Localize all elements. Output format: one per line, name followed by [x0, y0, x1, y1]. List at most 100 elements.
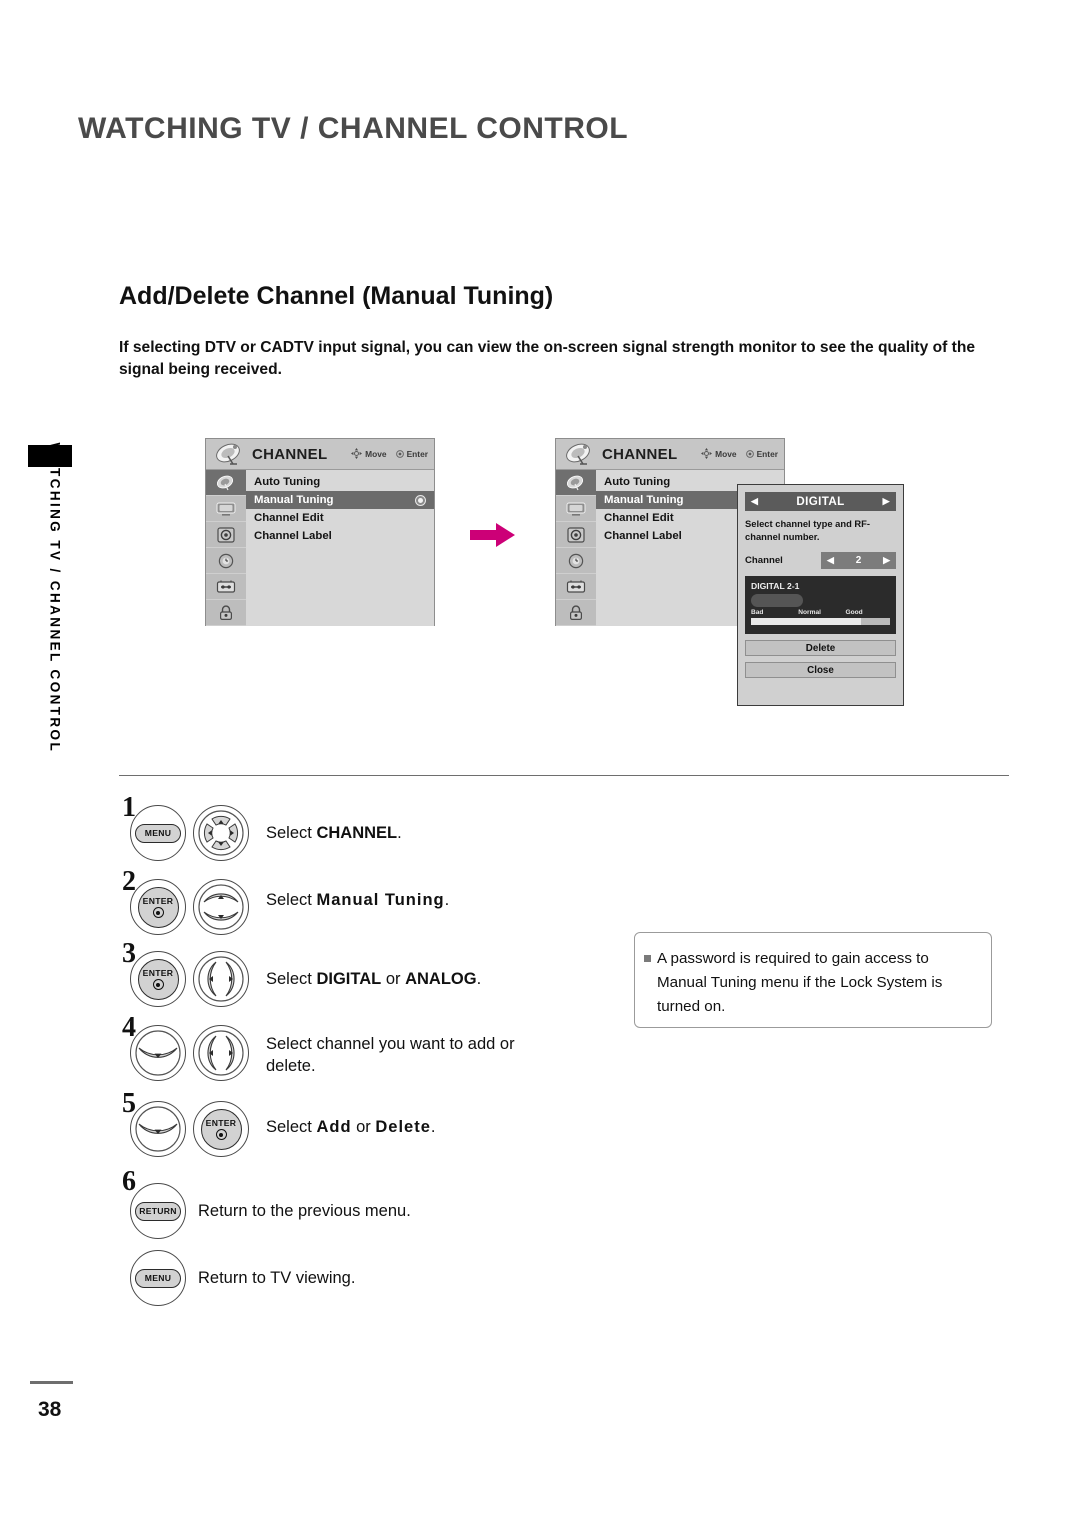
digital-tuning-dialog: ◀ DIGITAL ▶ Select channel type and RF-c…	[737, 484, 904, 706]
signal-strength-monitor: DIGITAL 2-1 Bad Normal Good	[745, 576, 896, 634]
channel-label: Channel	[745, 555, 783, 566]
step-2-text-post: .	[444, 891, 450, 909]
step-5-text-bold: Add	[316, 1118, 352, 1136]
rail-item-lock[interactable]	[206, 600, 246, 626]
step-6-return-button[interactable]: RETURN	[130, 1183, 186, 1239]
osd-hint-enter: Enter	[395, 448, 428, 459]
rail-item-setup[interactable]	[206, 574, 246, 600]
rail-item-picture[interactable]	[556, 496, 596, 522]
step-4-text: Select channel you want to add or delete…	[266, 1035, 515, 1075]
osd-menu-item-label: Auto Tuning	[604, 476, 671, 488]
step-5-text-post: .	[430, 1118, 436, 1136]
osd-title: CHANNEL	[252, 445, 328, 463]
rail-item-picture[interactable]	[206, 496, 246, 522]
osd-menu-item-manual-tuning[interactable]: Manual Tuning	[246, 491, 434, 509]
step-6-text: Return to the previous menu.	[198, 1202, 411, 1220]
osd-menu-item-label: Auto Tuning	[254, 476, 321, 488]
dpad-icon	[351, 448, 363, 459]
step-3-leftright-rocker[interactable]	[193, 951, 249, 1007]
note-box: A password is required to gain access to…	[634, 932, 992, 1028]
osd-menu-item-label: Channel Label	[604, 530, 682, 542]
channel-value: 2	[855, 555, 862, 566]
page-title: WATCHING TV / CHANNEL CONTROL	[78, 112, 629, 145]
digital-dialog-titlebar: ◀ DIGITAL ▶	[745, 492, 896, 511]
osd-hints: Move Enter	[351, 448, 428, 459]
dpad-icon	[701, 448, 713, 459]
channel-stepper[interactable]: ◀ 2 ▶	[821, 552, 896, 569]
channel-decrement-icon[interactable]: ◀	[827, 556, 834, 565]
rail-item-audio[interactable]	[556, 522, 596, 548]
picture-tv-icon	[216, 502, 236, 516]
osd-hints: Move Enter	[701, 448, 778, 459]
channel-increment-icon[interactable]: ▶	[883, 556, 890, 565]
step-6-number: 6	[122, 1166, 136, 1197]
step-2-enter-button[interactable]: ENTER	[130, 879, 186, 935]
up-down-rocker-icon	[198, 884, 244, 930]
rail-item-audio[interactable]	[206, 522, 246, 548]
enter-dot-icon	[215, 1129, 227, 1140]
rail-item-channel[interactable]	[206, 470, 246, 496]
signal-scale: Bad Normal Good	[751, 609, 890, 616]
osd-hint-enter-label: Enter	[406, 448, 428, 459]
step-5-text: Select Add or Delete.	[266, 1116, 436, 1138]
return-button-label: RETURN	[135, 1201, 181, 1221]
section-heading: Add/Delete Channel (Manual Tuning)	[119, 282, 554, 310]
signal-strength-bar	[751, 618, 890, 625]
step-1-dpad-wheel[interactable]	[193, 805, 249, 861]
osd-menu-item-channel-label[interactable]: Channel Label	[246, 527, 434, 545]
step-2-updown-rocker[interactable]	[193, 879, 249, 935]
step-1-menu-button[interactable]: MENU	[130, 805, 186, 861]
time-clock-icon	[218, 553, 234, 568]
osd-header: CHANNEL Move Enter	[206, 439, 434, 470]
signal-strength-fill	[751, 618, 861, 625]
step-5-text-pre: Select	[266, 1118, 317, 1136]
osd-menu-item-channel-edit[interactable]: Channel Edit	[246, 509, 434, 527]
enter-button: ENTER	[200, 1108, 242, 1150]
step-3-text: Select DIGITAL or ANALOG.	[266, 968, 481, 990]
lock-padlock-icon	[219, 604, 233, 620]
satellite-dish-icon	[216, 475, 234, 490]
page-number: 38	[38, 1398, 62, 1421]
step-3-text-bold: DIGITAL	[316, 970, 382, 988]
rail-item-time[interactable]	[556, 548, 596, 574]
side-tab-label: WATCHING TV / CHANNEL CONTROL	[47, 442, 63, 754]
close-button[interactable]: Close	[745, 662, 896, 678]
step-2-text-bold: Manual Tuning	[316, 891, 445, 909]
rail-item-lock[interactable]	[556, 600, 596, 626]
osd-hint-move: Move	[701, 448, 737, 459]
osd-menu-item-label: Manual Tuning	[604, 494, 684, 506]
delete-button[interactable]: Delete	[745, 640, 896, 656]
osd-hint-move-label: Move	[715, 448, 737, 459]
osd-hint-move-label: Move	[365, 448, 387, 459]
osd-title: CHANNEL	[602, 445, 678, 463]
enter-button-label: ENTER	[142, 896, 174, 906]
step-4-down-rocker[interactable]	[130, 1025, 186, 1081]
step-3-text-post: .	[476, 970, 482, 988]
step-7-menu-button[interactable]: MENU	[130, 1250, 186, 1306]
flow-arrow-icon	[470, 523, 515, 547]
rail-item-setup[interactable]	[556, 574, 596, 600]
osd-menu-item-label: Manual Tuning	[254, 494, 334, 506]
step-3-text-mid: or	[381, 970, 406, 988]
content-divider	[119, 775, 1009, 776]
note-text: A password is required to gain access to…	[657, 950, 943, 1015]
step-5-enter-button[interactable]: ENTER	[193, 1101, 249, 1157]
step-3-text-pre: Select	[266, 970, 317, 988]
satellite-dish-icon	[566, 475, 584, 490]
step-3-enter-button[interactable]: ENTER	[130, 951, 186, 1007]
satellite-dish-icon	[216, 443, 240, 465]
step-2-text: Select Manual Tuning.	[266, 889, 449, 911]
rail-item-channel[interactable]	[556, 470, 596, 496]
time-clock-icon	[568, 553, 584, 568]
osd-channel-menu-step1: CHANNEL Move Enter Auto Tuning Manual Tu…	[205, 438, 435, 626]
step-4-leftright-rocker[interactable]	[193, 1025, 249, 1081]
step-5-text-bold2: Delete	[375, 1118, 431, 1136]
step-5-down-rocker[interactable]	[130, 1101, 186, 1157]
prev-type-arrow-icon[interactable]: ◀	[751, 497, 758, 506]
osd-menu-item-label: Channel Edit	[604, 512, 674, 524]
rail-item-time[interactable]	[206, 548, 246, 574]
osd-menu-item-auto-tuning[interactable]: Auto Tuning	[246, 473, 434, 491]
setup-option-icon	[566, 580, 586, 593]
section-intro-paragraph: If selecting DTV or CADTV input signal, …	[119, 339, 976, 378]
next-type-arrow-icon[interactable]: ▶	[883, 497, 890, 506]
